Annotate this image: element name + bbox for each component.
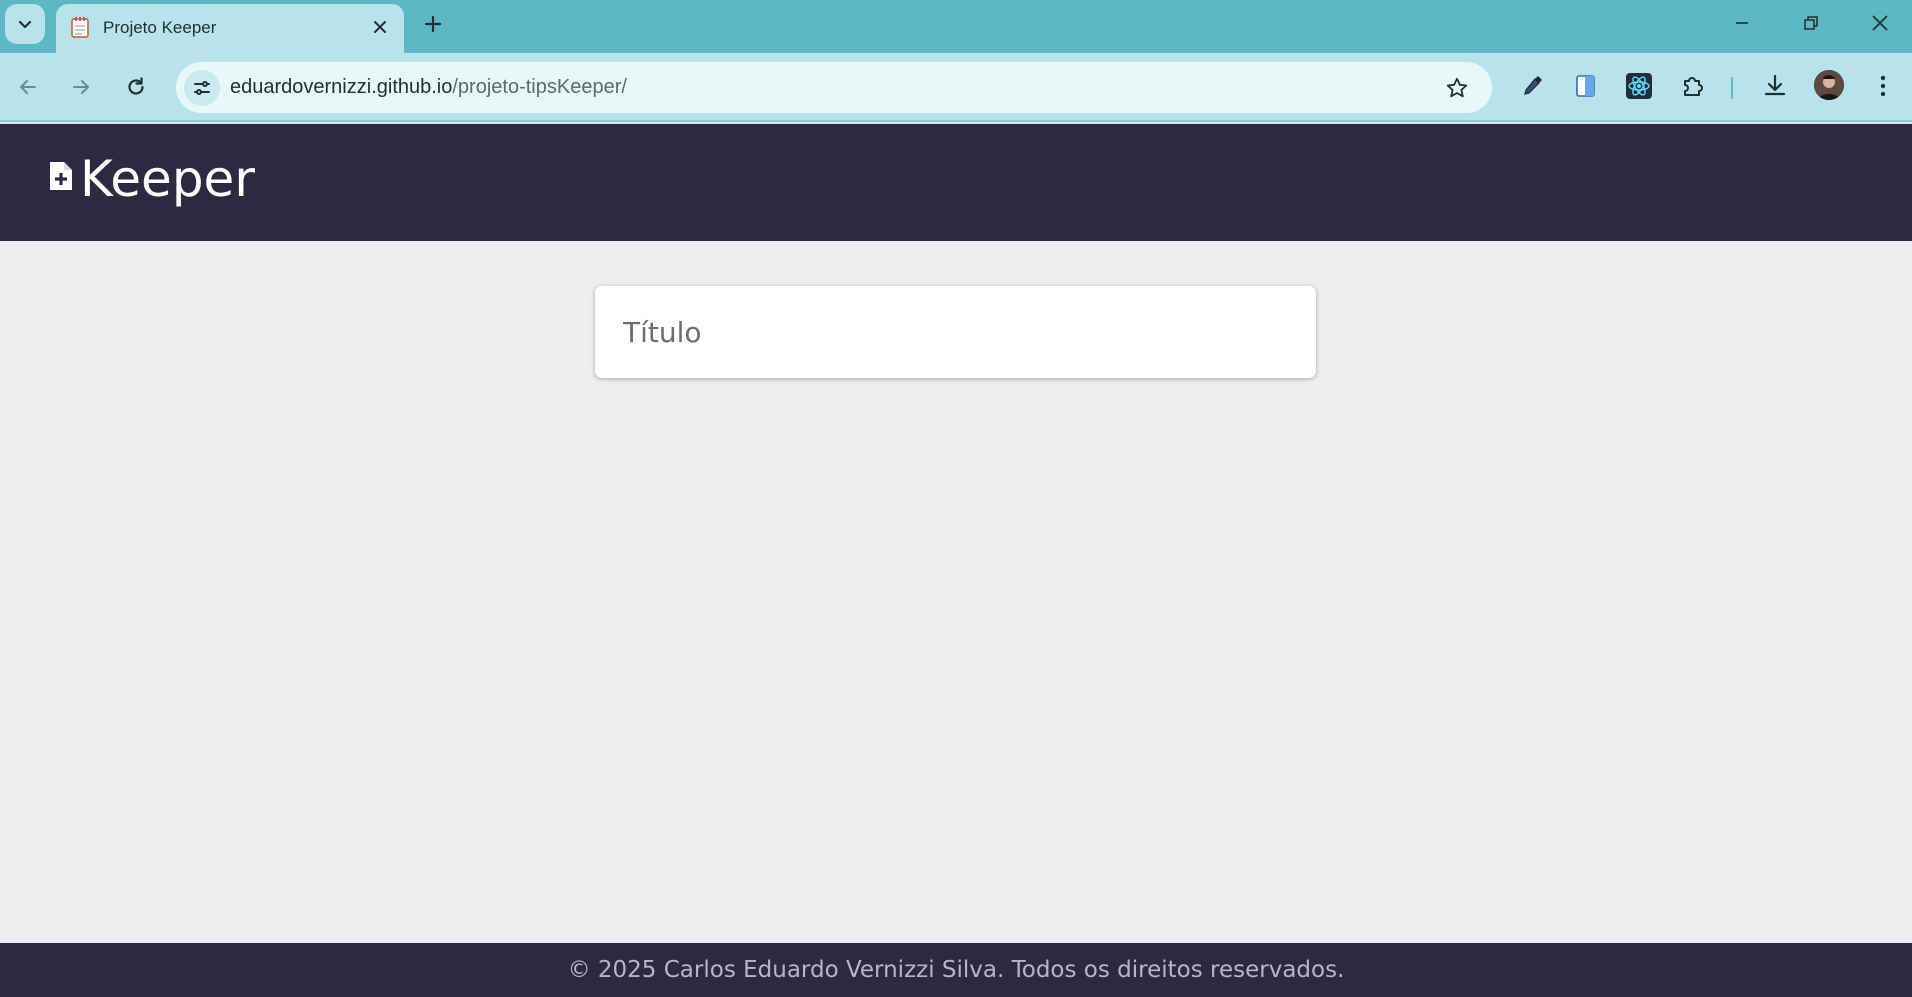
address-bar[interactable]: eduardovernizzi.github.io/projeto-tipsKe… xyxy=(176,62,1492,113)
close-icon xyxy=(1872,15,1888,31)
document-extension-icon xyxy=(1576,75,1595,97)
plus-icon xyxy=(424,15,442,33)
document-extension-button[interactable] xyxy=(1569,69,1603,103)
footer: © 2025 Carlos Eduardo Vernizzi Silva. To… xyxy=(0,943,1912,997)
reload-icon xyxy=(128,77,144,95)
tab-search-button[interactable] xyxy=(5,4,45,44)
new-tab-button[interactable] xyxy=(420,11,446,37)
minimize-button[interactable] xyxy=(1720,8,1764,38)
star-icon xyxy=(1446,77,1468,98)
react-devtools-button[interactable] xyxy=(1622,69,1656,103)
url-path: /projeto-tipsKeeper/ xyxy=(452,76,627,98)
site-info-button[interactable] xyxy=(184,70,220,106)
close-window-button[interactable] xyxy=(1858,8,1902,38)
close-icon xyxy=(374,21,386,33)
note-add-icon xyxy=(50,162,72,190)
url-domain: eduardovernizzi.github.io xyxy=(230,76,453,98)
downloads-button[interactable] xyxy=(1758,69,1792,103)
download-icon xyxy=(1764,74,1786,96)
browser-menu-button[interactable] xyxy=(1866,69,1900,103)
browser-toolbar: eduardovernizzi.github.io/projeto-tipsKe… xyxy=(0,53,1912,122)
copyright-text: © 2025 Carlos Eduardo Vernizzi Silva. To… xyxy=(567,957,1345,983)
tab-close-button[interactable] xyxy=(369,16,391,38)
brand-name: Keeper xyxy=(80,150,255,208)
bookmark-button[interactable] xyxy=(1444,75,1470,101)
tab-title: Projeto Keeper xyxy=(103,18,217,37)
reload-button[interactable] xyxy=(118,69,154,105)
eyedropper-extension-button[interactable] xyxy=(1515,69,1549,103)
back-button[interactable] xyxy=(10,69,46,105)
brand[interactable]: Keeper xyxy=(48,154,255,204)
main-content xyxy=(0,241,1912,943)
notepad-icon xyxy=(71,17,89,38)
arrow-right-icon xyxy=(73,80,89,94)
tune-icon xyxy=(194,81,210,95)
app-header: Keeper xyxy=(0,124,1912,241)
profile-avatar[interactable] xyxy=(1814,70,1844,100)
create-note-form xyxy=(595,286,1316,378)
forward-button[interactable] xyxy=(63,69,99,105)
extensions-button[interactable] xyxy=(1677,69,1711,103)
more-vertical-icon xyxy=(1880,75,1886,97)
url-text: eduardovernizzi.github.io/projeto-tipsKe… xyxy=(230,76,627,99)
browser-tab-active[interactable]: Projeto Keeper xyxy=(56,4,404,53)
eyedropper-icon xyxy=(1524,76,1542,95)
browser-tab-strip: Projeto Keeper xyxy=(0,0,1912,53)
restore-icon xyxy=(1804,16,1818,30)
minimize-icon xyxy=(1736,22,1748,24)
restore-button[interactable] xyxy=(1789,8,1833,38)
chevron-down-icon xyxy=(18,20,32,29)
arrow-left-icon xyxy=(20,80,36,94)
toolbar-divider xyxy=(1731,77,1733,99)
avatar-icon xyxy=(1814,70,1844,100)
react-devtools-icon xyxy=(1626,73,1652,99)
puzzle-icon xyxy=(1684,77,1703,96)
note-title-input[interactable] xyxy=(623,312,1283,352)
